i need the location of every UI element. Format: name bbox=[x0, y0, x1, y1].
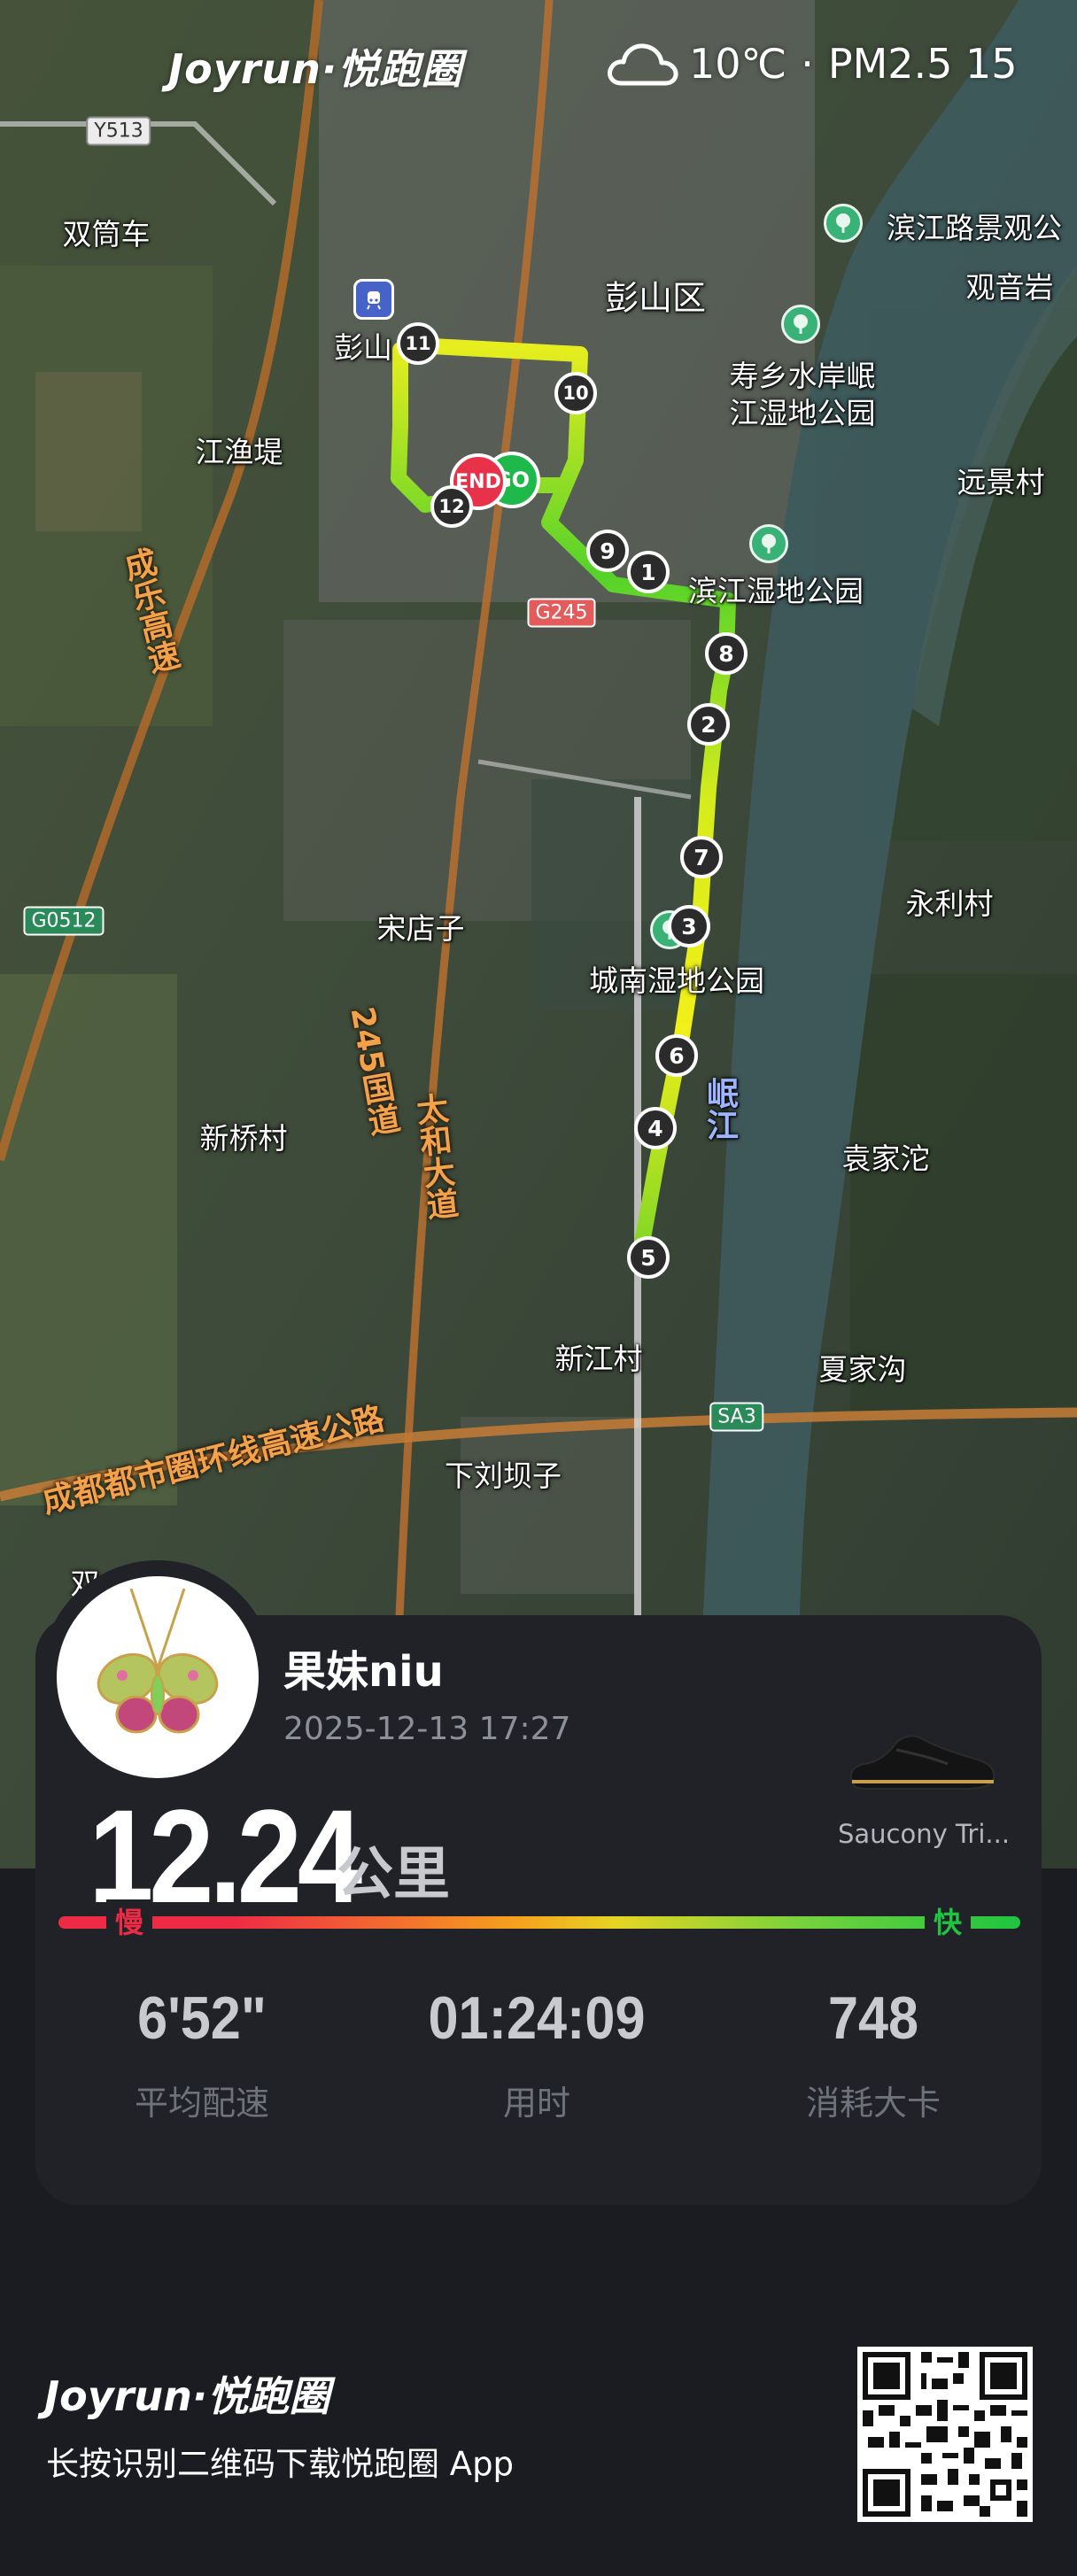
run-datetime: 2025-12-13 17:27 bbox=[283, 1711, 571, 1747]
road-shield: SA3 bbox=[709, 1402, 764, 1432]
place-label: 江湿地公园 bbox=[729, 396, 876, 430]
weather-info: 10℃ · PM2.5 15 bbox=[602, 35, 1018, 92]
stat-label: 消耗大卡 bbox=[805, 2084, 941, 2123]
place-label: 宋店子 bbox=[376, 911, 465, 946]
km-marker: 1 bbox=[627, 551, 670, 593]
km-marker: 2 bbox=[687, 703, 730, 746]
km-marker: 8 bbox=[705, 632, 748, 675]
distance-unit: 公里 bbox=[337, 1842, 450, 1907]
stat-duration: 01:24:09 用时 bbox=[386, 1984, 687, 2124]
place-label: 彭山区 bbox=[604, 278, 707, 318]
km-marker: 4 bbox=[634, 1107, 677, 1149]
km-marker: 6 bbox=[655, 1034, 698, 1077]
km-marker: 9 bbox=[586, 530, 629, 572]
air-quality-text: PM2.5 15 bbox=[827, 40, 1018, 88]
footer-caption: 长按识别二维码下载悦跑圈 App bbox=[46, 2445, 515, 2483]
place-label: 城南湿地公园 bbox=[589, 963, 764, 998]
place-label: 新江村 bbox=[554, 1342, 643, 1376]
fast-label: 快 bbox=[925, 1899, 971, 1946]
stat-label: 平均配速 bbox=[134, 2084, 269, 2123]
km-marker: 12 bbox=[430, 485, 473, 528]
place-label: 滨江湿地公园 bbox=[688, 574, 864, 608]
shoe-name[interactable]: Saucony Tri... bbox=[833, 1819, 1015, 1849]
cloud-icon bbox=[608, 43, 678, 86]
place-label: 远景村 bbox=[957, 465, 1045, 499]
place-label: 双筒车 bbox=[62, 217, 151, 251]
place-label: 彭山 bbox=[334, 330, 392, 365]
park-icon bbox=[824, 204, 863, 243]
km-marker: 10 bbox=[554, 372, 597, 414]
stat-calories: 748 消耗大卡 bbox=[723, 1984, 1024, 2124]
km-marker: 11 bbox=[397, 322, 439, 365]
place-label: 新桥村 bbox=[199, 1121, 288, 1156]
river-label: 岷江 bbox=[701, 1077, 738, 1141]
park-icon bbox=[781, 305, 820, 344]
place-label: 下刘坝子 bbox=[445, 1458, 562, 1493]
km-marker: 5 bbox=[627, 1236, 670, 1279]
avatar[interactable] bbox=[41, 1560, 275, 1794]
username: 果妹niu bbox=[283, 1647, 444, 1697]
road-shield: G245 bbox=[527, 598, 596, 628]
place-label: 观音岩 bbox=[965, 270, 1054, 305]
road-shield: Y513 bbox=[86, 116, 151, 146]
place-label: 寿乡水岸岷 bbox=[729, 359, 876, 393]
brand-logo: Joyrun·悦跑圈 bbox=[168, 45, 463, 93]
butterfly-necklace-avatar bbox=[57, 1576, 259, 1778]
stat-value: 6'52" bbox=[137, 1984, 267, 2052]
train-station-icon bbox=[353, 279, 394, 320]
pace-gradient-bar bbox=[58, 1916, 1020, 1929]
stat-average-pace: 6'52" 平均配速 bbox=[51, 1984, 353, 2124]
stat-value: 748 bbox=[827, 1984, 919, 2052]
place-label: 袁家沱 bbox=[841, 1141, 930, 1176]
temperature-text: 10℃ bbox=[689, 40, 787, 88]
place-label: 永利村 bbox=[905, 886, 994, 921]
qr-code[interactable] bbox=[857, 2347, 1033, 2522]
place-label: 夏家沟 bbox=[818, 1352, 907, 1387]
park-icon bbox=[749, 524, 788, 563]
separator-dot: · bbox=[801, 40, 814, 88]
running-shoe-icon[interactable] bbox=[841, 1723, 1001, 1803]
road-shield: G0512 bbox=[23, 906, 105, 936]
stat-value: 01:24:09 bbox=[428, 1984, 646, 2052]
km-marker: 7 bbox=[680, 836, 723, 878]
slow-label: 慢 bbox=[106, 1899, 152, 1946]
place-label: 滨江路景观公 bbox=[887, 211, 1062, 245]
stat-label: 用时 bbox=[502, 2084, 570, 2123]
km-marker: 3 bbox=[668, 905, 710, 948]
footer-brand-logo: Joyrun·悦跑圈 bbox=[44, 2372, 330, 2420]
place-label: 江渔堤 bbox=[195, 435, 283, 469]
